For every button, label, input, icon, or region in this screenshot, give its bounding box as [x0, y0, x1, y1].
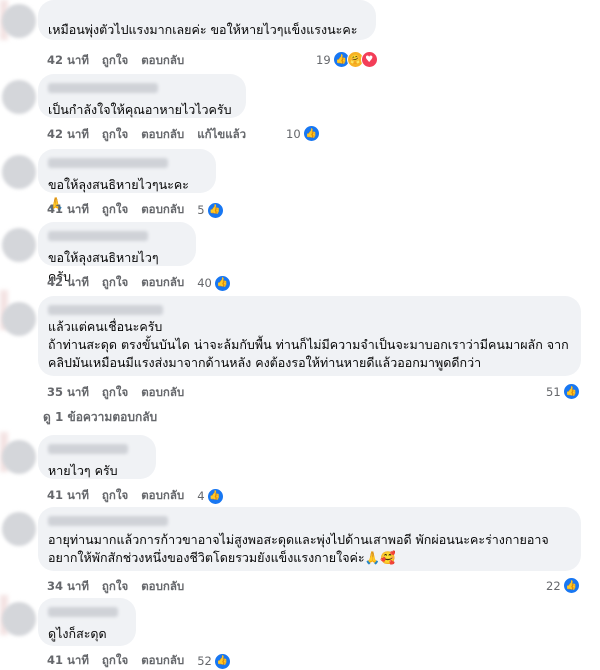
comment-text: เป็นกำลังใจให้คุณอาหายไวไวครับ [48, 102, 232, 117]
comment-bubble: เหมือนพุ่งตัวไปแรงมากเลยค่ะ ขอให้หายไวๆแ… [38, 0, 376, 40]
comment-actions: 35 นาที ถูกใจ ตอบกลับ [47, 384, 184, 402]
timestamp[interactable]: 41 นาที [47, 201, 89, 219]
like-button[interactable]: ถูกใจ [102, 487, 128, 505]
like-icon: 👍 [562, 383, 580, 400]
timestamp[interactable]: 42 นาที [47, 126, 89, 144]
like-icon: 👍 [206, 201, 224, 219]
comment-actions: 41 นาที ถูกใจ ตอบกลับ 52 👍 [47, 652, 231, 670]
reply-button[interactable]: ตอบกลับ [141, 126, 184, 144]
reaction-number: 52 [197, 654, 212, 668]
comment-bubble: ดูไงก็สะดุด [38, 598, 136, 646]
reaction-count[interactable]: 19 👍 🤗 ♥ [316, 51, 378, 68]
comment-text: หายไวๆ ครับ [48, 463, 118, 478]
reaction-count[interactable]: 10 👍 [286, 125, 320, 142]
author-name[interactable] [48, 444, 128, 454]
author-name[interactable] [48, 158, 168, 168]
comment-text: ดูไงก็สะดุด [48, 626, 107, 641]
like-button[interactable]: ถูกใจ [102, 652, 128, 670]
reaction-number: 22 [546, 578, 561, 593]
like-button[interactable]: ถูกใจ [102, 52, 128, 70]
comment-bubble: เป็นกำลังใจให้คุณอาหายไวไวครับ [38, 74, 246, 118]
reaction-count[interactable]: 4 👍 [197, 487, 224, 505]
comment-bubble: ขอให้ลุงสนธิหายไวๆ ครับ [38, 222, 196, 284]
reaction-number: 10 [286, 126, 301, 141]
reaction-count[interactable]: 5 👍 [197, 201, 224, 219]
reaction-count[interactable]: 22 👍 [546, 577, 580, 594]
reply-button[interactable]: ตอบกลับ [141, 274, 184, 292]
avatar[interactable] [2, 4, 36, 38]
comment-bubble: หายไวๆ ครับ [38, 435, 156, 479]
reply-button[interactable]: ตอบกลับ [141, 487, 184, 505]
edited-label[interactable]: แก้ไขแล้ว [197, 126, 246, 144]
like-button[interactable]: ถูกใจ [102, 578, 128, 596]
timestamp[interactable]: 34 นาที [47, 578, 89, 596]
reaction-count[interactable]: 51 👍 [546, 383, 580, 400]
reaction-number: 40 [197, 276, 212, 290]
comment-bubble: ขอให้ลุงสนธิหายไวๆนะคะ🙏 [38, 149, 216, 211]
reaction-count[interactable]: 40 👍 [197, 274, 231, 292]
comment-actions: 42 นาที ถูกใจ ตอบกลับ แก้ไขแล้ว [47, 126, 246, 144]
like-icon: 👍 [302, 125, 320, 142]
timestamp[interactable]: 42 นาที [47, 274, 89, 292]
avatar[interactable] [2, 80, 36, 114]
comment-bubble: แล้วแต่คนเชื่อนะครับ ถ้าท่านสะดุด ตรงขั้… [38, 296, 581, 376]
comment-text: แล้วแต่คนเชื่อนะครับ ถ้าท่านสะดุด ตรงขั้… [48, 319, 569, 370]
reaction-number: 4 [197, 489, 205, 503]
comment-bubble: อายุท่านมากแล้วการก้าวขาอาจไม่สูงพอสะดุด… [38, 507, 581, 571]
comment-actions: 34 นาที ถูกใจ ตอบกลับ [47, 578, 184, 596]
reply-button[interactable]: ตอบกลับ [141, 652, 184, 670]
timestamp[interactable]: 41 นาที [47, 652, 89, 670]
author-name[interactable] [48, 83, 158, 93]
like-button[interactable]: ถูกใจ [102, 126, 128, 144]
comment-actions: 42 นาที ถูกใจ ตอบกลับ [47, 52, 184, 70]
avatar[interactable] [2, 155, 36, 189]
reply-button[interactable]: ตอบกลับ [141, 201, 184, 219]
author-name[interactable] [48, 231, 148, 241]
timestamp[interactable]: 35 นาที [47, 384, 89, 402]
like-button[interactable]: ถูกใจ [102, 274, 128, 292]
view-replies-link[interactable]: ดู 1 ข้อความตอบกลับ [43, 408, 157, 427]
comment-text: เหมือนพุ่งตัวไปแรงมากเลยค่ะ ขอให้หายไวๆแ… [48, 22, 358, 37]
author-name[interactable] [48, 607, 118, 617]
avatar[interactable] [2, 512, 36, 546]
comment-actions: 41 นาที ถูกใจ ตอบกลับ 5 👍 [47, 201, 224, 219]
author-name[interactable] [48, 516, 168, 526]
like-button[interactable]: ถูกใจ [102, 384, 128, 402]
reaction-number: 5 [197, 203, 205, 217]
like-icon: 👍 [213, 274, 231, 292]
timestamp[interactable]: 42 นาที [47, 52, 89, 70]
reaction-number: 19 [316, 52, 331, 67]
avatar[interactable] [2, 228, 36, 262]
comment-actions: 42 นาที ถูกใจ ตอบกลับ 40 👍 [47, 274, 231, 292]
avatar[interactable] [2, 302, 36, 336]
comment-actions: 41 นาที ถูกใจ ตอบกลับ 4 👍 [47, 487, 224, 505]
like-button[interactable]: ถูกใจ [102, 201, 128, 219]
reaction-number: 51 [546, 384, 561, 399]
reply-button[interactable]: ตอบกลับ [141, 384, 184, 402]
view-replies-label[interactable]: ดู 1 ข้อความตอบกลับ [43, 408, 157, 427]
reply-button[interactable]: ตอบกลับ [141, 578, 184, 596]
author-name[interactable] [48, 305, 163, 315]
comment-text: อายุท่านมากแล้วการก้าวขาอาจไม่สูงพอสะดุด… [48, 532, 549, 565]
like-icon: 👍 [562, 577, 580, 594]
avatar[interactable] [2, 602, 36, 636]
avatar[interactable] [2, 440, 36, 474]
reply-button[interactable]: ตอบกลับ [141, 52, 184, 70]
heart-icon: ♥ [360, 51, 378, 68]
timestamp[interactable]: 41 นาที [47, 487, 89, 505]
like-icon: 👍 [206, 487, 224, 505]
